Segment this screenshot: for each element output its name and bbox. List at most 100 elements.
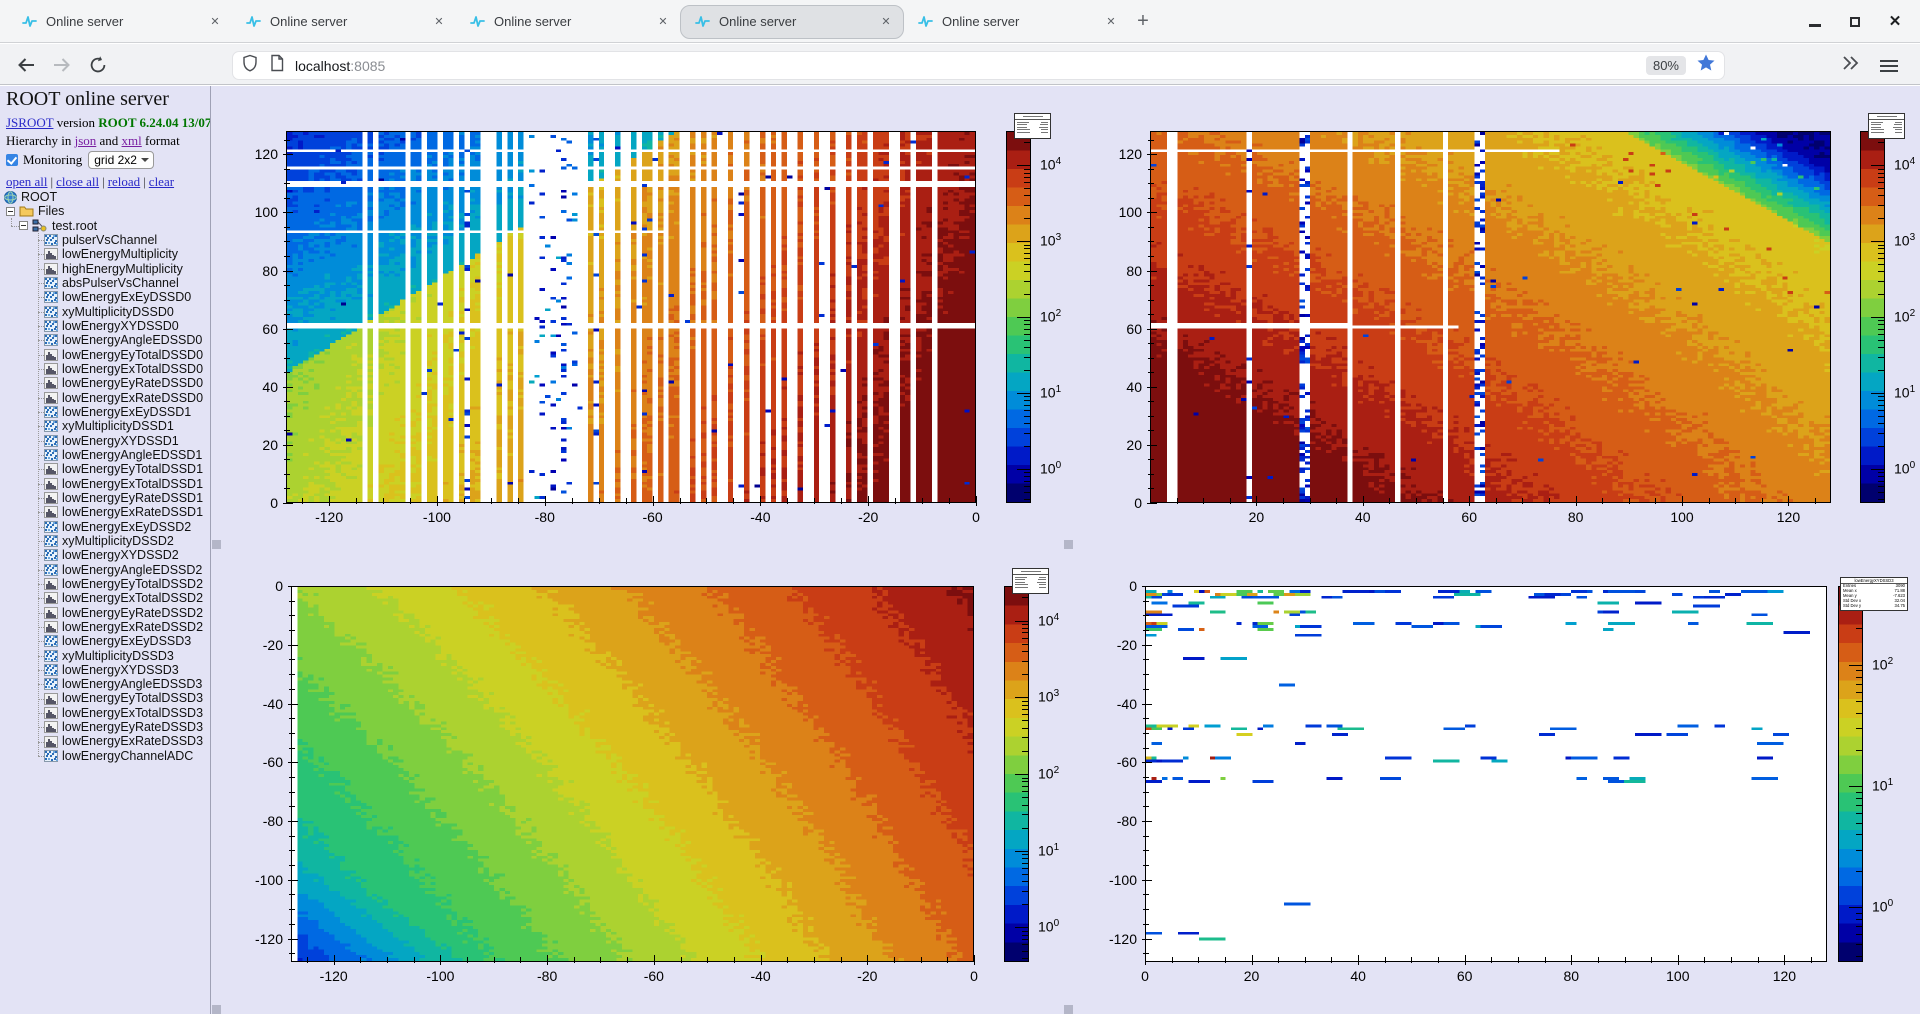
browser-tab[interactable]: Online server✕	[8, 5, 232, 39]
tree-item-histogram[interactable]: lowEnergyEyTotalDSSD2	[0, 577, 211, 591]
heatmap-canvas[interactable]	[292, 587, 973, 961]
stats-box[interactable]	[1868, 113, 1905, 139]
color-palette-bar[interactable]	[1838, 586, 1863, 962]
grid-resize-handle[interactable]	[212, 1005, 221, 1014]
back-icon[interactable]	[14, 53, 38, 77]
th1-icon	[44, 377, 58, 389]
tree-item-histogram[interactable]: lowEnergyAngleEDSSD1	[0, 448, 211, 462]
heatmap-canvas[interactable]	[1146, 587, 1826, 961]
open-all-link[interactable]: open all	[6, 174, 48, 189]
tab-close-icon[interactable]: ✕	[1102, 15, 1120, 28]
close-all-link[interactable]: close all	[56, 174, 99, 189]
tree-item-histogram[interactable]: xyMultiplicityDSSD3	[0, 649, 211, 663]
tree-item-histogram[interactable]: lowEnergyExEyDSSD2	[0, 520, 211, 534]
stats-box[interactable]	[1014, 113, 1051, 139]
tree-item-histogram[interactable]: lowEnergyMultiplicity	[0, 247, 211, 261]
shield-icon[interactable]	[241, 54, 259, 77]
monitoring-checkbox[interactable]	[6, 154, 18, 166]
tree-item-histogram[interactable]: lowEnergyExRateDSSD3	[0, 734, 211, 748]
close-icon[interactable]: ✕	[1882, 9, 1908, 35]
tree-item-histogram[interactable]: lowEnergyXYDSSD1	[0, 434, 211, 448]
bookmark-star-icon[interactable]	[1696, 53, 1716, 78]
tree-item-histogram[interactable]: lowEnergyEyTotalDSSD3	[0, 691, 211, 705]
tree-item-histogram[interactable]: lowEnergyEyTotalDSSD1	[0, 462, 211, 476]
menu-icon[interactable]	[1880, 57, 1898, 75]
grid-resize-handle[interactable]	[1064, 540, 1073, 549]
tab-close-icon[interactable]: ✕	[430, 15, 448, 28]
minimize-icon[interactable]	[1802, 9, 1828, 35]
browser-tab[interactable]: Online server✕	[232, 5, 456, 39]
tree-item-histogram[interactable]: xyMultiplicityDSSD1	[0, 419, 211, 433]
tree-item-histogram[interactable]: lowEnergyChannelADC	[0, 749, 211, 763]
url-text[interactable]: localhost:8085	[295, 58, 1646, 74]
tree-item-histogram[interactable]: lowEnergyEyRateDSSD3	[0, 720, 211, 734]
plot-frame[interactable]	[1145, 586, 1827, 962]
palette-minor-tick	[1022, 939, 1029, 940]
tree-item-histogram[interactable]: lowEnergyExRateDSSD1	[0, 505, 211, 519]
tree-item-histogram[interactable]: lowEnergyExTotalDSSD3	[0, 706, 211, 720]
collapse-icon[interactable]	[6, 207, 15, 216]
extensions-overflow-icon[interactable]	[1840, 55, 1860, 76]
collapse-icon[interactable]	[19, 221, 28, 230]
tree-item-histogram[interactable]: lowEnergyAngleEDSSD3	[0, 677, 211, 691]
tree-item-histogram[interactable]: highEnergyMultiplicity	[0, 262, 211, 276]
plot-frame[interactable]	[291, 586, 974, 962]
tree-item-histogram[interactable]: lowEnergyExEyDSSD1	[0, 405, 211, 419]
tab-close-icon[interactable]: ✕	[206, 15, 224, 28]
tree-item-histogram[interactable]: absPulserVsChannel	[0, 276, 211, 290]
palette-minor-tick	[1022, 714, 1029, 715]
grid-resize-handle[interactable]	[212, 540, 221, 549]
json-link[interactable]: json	[75, 133, 97, 148]
tree-item-histogram[interactable]: lowEnergyEyTotalDSSD0	[0, 348, 211, 362]
tree-item-files[interactable]: Files	[0, 204, 211, 218]
jsroot-link[interactable]: JSROOT	[6, 115, 53, 130]
palette-minor-tick	[1022, 705, 1029, 706]
tree-item-histogram[interactable]: lowEnergyAngleEDSSD0	[0, 333, 211, 347]
tree-item-histogram[interactable]: pulserVsChannel	[0, 233, 211, 247]
browser-tab[interactable]: Online server✕	[456, 5, 680, 39]
tree-item-histogram[interactable]: xyMultiplicityDSSD0	[0, 305, 211, 319]
tree-item-histogram[interactable]: lowEnergyEyRateDSSD2	[0, 606, 211, 620]
xml-link[interactable]: xml	[122, 133, 142, 148]
tree-item-histogram[interactable]: lowEnergyExEyDSSD0	[0, 290, 211, 304]
tree-item-histogram[interactable]: lowEnergyXYDSSD0	[0, 319, 211, 333]
plot-frame[interactable]	[1150, 131, 1831, 503]
stats-box[interactable]	[1012, 568, 1049, 594]
tree-item-histogram[interactable]: lowEnergyExTotalDSSD0	[0, 362, 211, 376]
tab-close-icon[interactable]: ✕	[877, 15, 895, 28]
tree-item-histogram[interactable]: lowEnergyExTotalDSSD1	[0, 477, 211, 491]
plot-frame[interactable]	[286, 131, 976, 503]
tree-item-label: xyMultiplicityDSSD3	[62, 649, 174, 663]
tree-item-histogram[interactable]: lowEnergyEyRateDSSD0	[0, 376, 211, 390]
tree-item-root[interactable]: ROOT	[0, 190, 211, 204]
tree-item-histogram[interactable]: lowEnergyExTotalDSSD2	[0, 591, 211, 605]
x-minor-tick	[814, 957, 815, 963]
tree-item-histogram[interactable]: lowEnergyExEyDSSD3	[0, 634, 211, 648]
tab-close-icon[interactable]: ✕	[654, 15, 672, 28]
tree-item-histogram[interactable]: lowEnergyXYDSSD2	[0, 548, 211, 562]
browser-tab[interactable]: Online server✕	[904, 5, 1128, 39]
tree-item-histogram[interactable]: lowEnergyEyRateDSSD1	[0, 491, 211, 505]
forward-icon[interactable]	[50, 53, 74, 77]
maximize-icon[interactable]	[1842, 9, 1868, 35]
grid-resize-handle[interactable]	[1064, 1005, 1073, 1014]
heatmap-canvas[interactable]	[287, 132, 975, 502]
palette-label-base: 10	[1894, 309, 1910, 325]
clear-link[interactable]: clear	[149, 174, 174, 189]
reload-icon[interactable]	[86, 53, 110, 77]
tree-item-file[interactable]: test.root	[0, 219, 211, 233]
tree-item-histogram[interactable]: xyMultiplicityDSSD2	[0, 534, 211, 548]
tree-item-histogram[interactable]: lowEnergyExRateDSSD0	[0, 391, 211, 405]
new-tab-button[interactable]: +	[1128, 7, 1158, 37]
tree-item-histogram[interactable]: lowEnergyAngleEDSSD2	[0, 563, 211, 577]
stats-box[interactable]: lowEnergyXYDSSD3Entries3090Mean x71.88Me…	[1840, 577, 1908, 611]
url-bar[interactable]: localhost:8085 80%	[232, 51, 1725, 80]
zoom-badge[interactable]: 80%	[1646, 56, 1686, 75]
reload-link[interactable]: reload	[108, 174, 140, 189]
grid-select[interactable]: grid 2x2	[88, 151, 154, 169]
x-minor-tick	[949, 498, 950, 504]
heatmap-canvas[interactable]	[1151, 132, 1830, 502]
tree-item-histogram[interactable]: lowEnergyExRateDSSD2	[0, 620, 211, 634]
browser-tab[interactable]: Online server✕	[680, 5, 904, 39]
tree-item-histogram[interactable]: lowEnergyXYDSSD3	[0, 663, 211, 677]
